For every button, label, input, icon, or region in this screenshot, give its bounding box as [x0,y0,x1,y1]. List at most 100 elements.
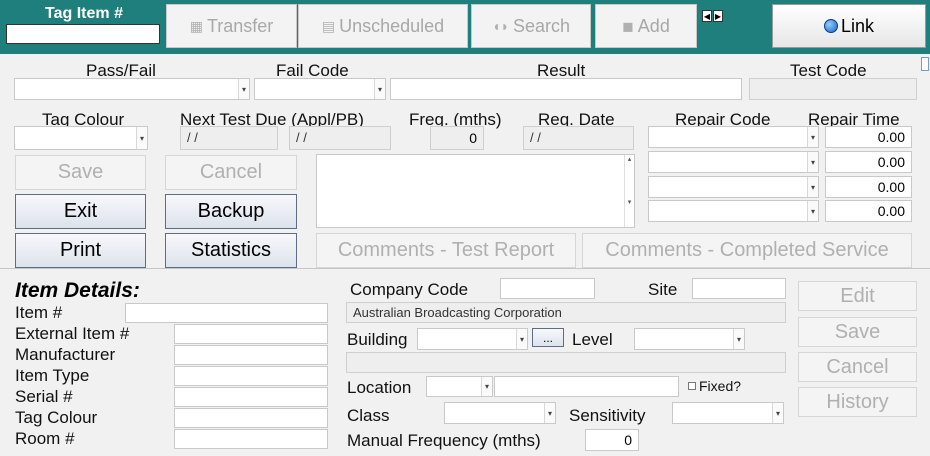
item-cancel-button[interactable]: Cancel [798,352,917,382]
chevron-down-icon: ▾ [807,177,818,197]
chevron-down-icon: ▾ [772,403,783,423]
repair-time-input[interactable]: 0.00 [825,200,912,222]
transfer-button[interactable]: ▦ Transfer [166,4,297,48]
location-select[interactable]: ▾ [426,376,493,397]
repair-time-input[interactable]: 0.00 [825,151,912,173]
unscheduled-icon: ▤ [321,17,336,34]
test-code-field [749,78,917,100]
comments-textarea[interactable]: ▴ ▾ [316,154,635,228]
repair-code-select[interactable]: ▾ [648,176,819,198]
repair-time-input[interactable]: 0.00 [825,126,912,148]
link-button[interactable]: Link [772,4,926,48]
external-item-input[interactable] [174,324,328,344]
unscheduled-button-label: Unscheduled [339,15,445,36]
print-button[interactable]: Print [15,233,146,268]
freq-field: 0 [430,126,484,150]
sensitivity-label: Sensitivity [569,406,646,425]
chevron-down-icon: ▾ [544,403,555,423]
statistics-button[interactable]: Statistics [165,233,297,268]
external-item-label: External Item # [15,324,130,343]
item-type-input[interactable] [174,366,328,386]
chevron-down-icon: ▾ [481,377,492,396]
repair-time-input[interactable]: 0.00 [825,176,912,198]
repair-code-select[interactable]: ▾ [648,200,819,222]
cancel-button[interactable]: Cancel [165,155,297,190]
save-button[interactable]: Save [15,155,146,190]
next-due-pb-field: / / [289,126,391,150]
item-details-heading: Item Details: [15,279,140,302]
transfer-icon: ▦ [189,17,203,34]
link-button-label: Link [840,15,875,36]
add-button[interactable]: ◼ Add [595,4,697,48]
fail-code-select[interactable]: ▾ [254,78,386,100]
exit-button[interactable]: Exit [15,194,146,229]
edit-button[interactable]: Edit [798,281,917,311]
chevron-down-icon: ▾ [807,127,818,147]
level-label: Level [572,330,613,349]
building-label: Building [347,330,408,349]
comments-completed-service-button[interactable]: Comments - Completed Service [582,233,912,268]
chevron-down-icon: ▾ [136,127,147,149]
tag-colour-select[interactable]: ▾ [14,126,148,150]
fixed-label: Fixed? [699,378,742,394]
chevron-down-icon: ▾ [238,79,249,99]
req-date-field: / / [523,126,634,150]
section-divider [0,268,930,269]
comments-test-report-button[interactable]: Comments - Test Report [316,233,576,268]
transfer-button-label: Transfer [206,15,274,36]
textarea-scrollbar[interactable]: ▴ ▾ [624,155,634,227]
company-code-label: Company Code [350,280,469,299]
site-input[interactable] [692,278,786,299]
chevron-down-icon: ▾ [807,201,818,221]
level-select[interactable]: ▾ [634,328,745,350]
building-browse-button[interactable]: ... [532,328,564,347]
globe-icon [823,19,838,33]
building-description-field [346,352,786,373]
binoculars-icon: ◖◗ [492,18,509,34]
item-no-input[interactable] [125,303,328,323]
class-label: Class [347,406,390,425]
tag-item-input[interactable] [6,24,160,44]
history-button[interactable]: History [798,387,917,417]
item-type-label: Item Type [15,366,90,385]
sensitivity-select[interactable]: ▾ [672,402,784,424]
manufacturer-label: Manufacturer [15,345,116,364]
location-label: Location [347,378,412,397]
chevron-down-icon: ▾ [374,79,385,99]
location-input[interactable] [494,376,679,397]
backup-button[interactable]: Backup [165,194,297,229]
chevron-down-icon: ▾ [733,329,744,349]
site-label: Site [648,280,678,299]
repair-code-select[interactable]: ▾ [648,151,819,173]
prev-record-icon[interactable]: ◀ [702,10,712,22]
tag-item-label: Tag Item # [45,5,123,22]
pass-fail-select[interactable]: ▾ [14,78,250,100]
fixed-checkbox[interactable] [688,382,696,390]
manual-frequency-input[interactable]: 0 [585,429,639,451]
chevron-down-icon: ▾ [807,152,818,172]
serial-label: Serial # [15,387,73,406]
manufacturer-input[interactable] [174,345,328,365]
chevron-down-icon: ▾ [516,329,527,349]
scrollbar-thumb[interactable] [921,57,929,71]
class-select[interactable]: ▾ [444,402,556,424]
unscheduled-button[interactable]: ▤ Unscheduled [298,4,468,48]
building-select[interactable]: ▾ [417,328,528,350]
item-tag-colour-label: Tag Colour [15,408,98,427]
result-input[interactable] [390,78,742,100]
search-button[interactable]: ◖◗ Search [471,4,591,48]
search-button-label: Search [512,15,570,36]
item-no-label: Item # [15,303,63,322]
company-name-field: Australian Broadcasting Corporation [346,302,786,323]
room-label: Room # [15,429,75,448]
company-code-input[interactable] [500,278,595,299]
next-due-appl-field: / / [180,126,278,150]
room-input[interactable] [174,429,328,449]
add-button-label: Add [637,15,670,36]
item-tag-colour-input[interactable] [174,408,328,428]
serial-input[interactable] [174,387,328,407]
manual-frequency-label: Manual Frequency (mths) [347,431,541,450]
next-record-icon[interactable]: ▶ [713,10,723,22]
repair-code-select[interactable]: ▾ [648,126,819,148]
item-save-button[interactable]: Save [798,317,917,347]
